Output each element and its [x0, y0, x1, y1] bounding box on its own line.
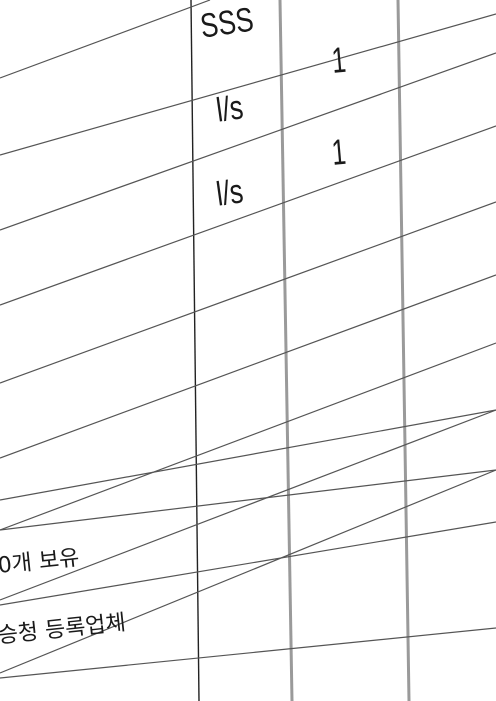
- table-grid: [0, 0, 496, 701]
- row-rules: [0, 0, 496, 674]
- column-rule-3: [396, 0, 411, 701]
- column-rule-1: [190, 0, 200, 701]
- unit-cell: l/s: [214, 88, 246, 130]
- unit-cell: l/s: [214, 172, 246, 214]
- unit-cell: SSS: [198, 0, 256, 46]
